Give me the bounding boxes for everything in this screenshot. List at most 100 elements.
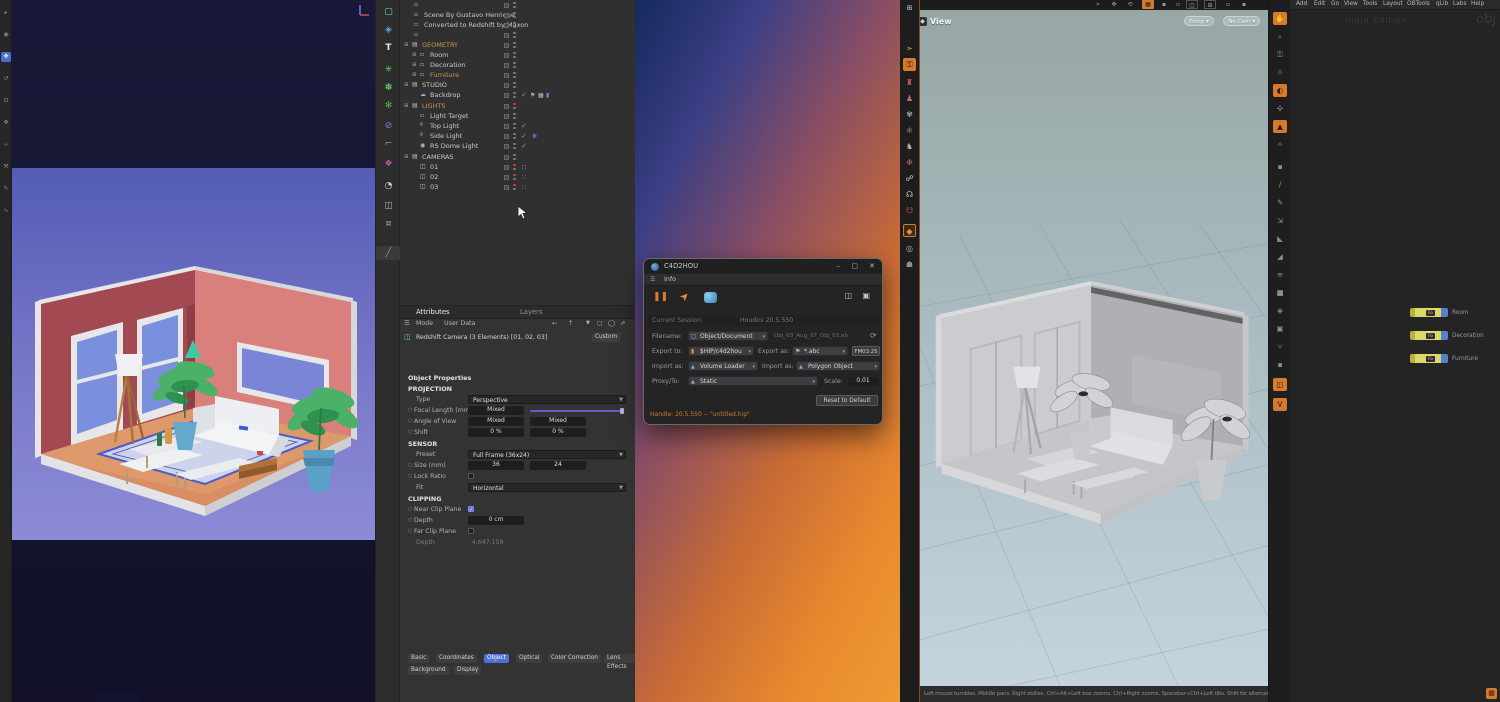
table-row-furniture[interactable]: ⊞ ▫ Furniture [400, 70, 635, 80]
snap-icon[interactable]: ⊹ [1, 140, 11, 150]
layer-toggle[interactable] [504, 114, 509, 119]
layer-toggle[interactable] [504, 63, 509, 68]
menu-edit[interactable]: Edit [1314, 1, 1325, 7]
tool-icon[interactable]: ▫ [1222, 0, 1234, 9]
layer-toggle[interactable] [504, 185, 509, 190]
tab-optical[interactable]: Optical [516, 654, 542, 663]
import-as2-select[interactable]: ▲Polygon Object▾ [796, 361, 880, 371]
field-icon[interactable]: ◔ [376, 178, 401, 195]
enabled-check-icon[interactable]: ✓ [521, 141, 527, 151]
object-label[interactable]: 01 [430, 162, 438, 172]
send-rocket-icon[interactable]: ➤ [677, 289, 693, 305]
layer-toggle[interactable] [504, 175, 509, 180]
focal-length-slider[interactable] [530, 410, 624, 412]
poly-icon[interactable]: ◣ [1273, 232, 1287, 245]
table-row[interactable]: ▫ [400, 0, 635, 10]
object-label[interactable]: STUDIO [422, 80, 447, 90]
layer-toggle[interactable] [504, 124, 509, 129]
layer-toggle[interactable] [504, 33, 509, 38]
record-icon[interactable]: ▣ [862, 291, 870, 300]
tab-display[interactable]: Display [454, 666, 481, 675]
table-row-backdrop[interactable]: ☁ Backdrop ✓ ⚑ ▦ ▮ [400, 90, 635, 100]
tab-lens-effects[interactable]: Lens Effects [604, 654, 635, 663]
spline-primitive-icon[interactable]: ▢ [376, 4, 401, 21]
object-label[interactable]: LIGHTS [422, 101, 446, 111]
menu-tools[interactable]: Tools [1363, 1, 1377, 7]
view-tool-icon[interactable]: ✋ [1273, 12, 1287, 25]
rotate-icon[interactable]: ⟲ [1124, 0, 1136, 9]
active-tool-icon[interactable]: ◆ [903, 224, 916, 237]
flag-tag-icon[interactable]: ⚑ [530, 91, 535, 101]
deformer-icon[interactable]: ⊘ [376, 118, 401, 135]
section-projection[interactable]: PROJECTION [408, 385, 452, 393]
size-field-1[interactable]: 36 [468, 461, 524, 470]
filename-select[interactable]: ◻Object/Document▾ [688, 331, 768, 341]
popout-icon[interactable]: ⇗ [620, 320, 625, 327]
tab-coordinates[interactable]: Coordinates [436, 654, 477, 663]
object-label[interactable]: Top Light [430, 121, 459, 131]
frame-icon[interactable]: ◻ [597, 320, 602, 327]
pause-icon[interactable]: ❚❚ [653, 292, 668, 302]
shift-field-2[interactable]: 0 % [530, 428, 586, 437]
export-as-select[interactable]: ⚑*.abc▾ [792, 346, 848, 356]
menu-labs[interactable]: Labs [1453, 1, 1466, 7]
tab-background[interactable]: Background [408, 666, 449, 675]
hamburger-icon[interactable]: ☰ [404, 320, 410, 327]
object-label[interactable]: RS Dome Light [430, 141, 478, 151]
layer-toggle[interactable] [504, 23, 509, 28]
layer-toggle[interactable] [504, 3, 509, 8]
mode-menu[interactable]: Mode [416, 320, 433, 327]
headphones-icon[interactable]: ☋ [903, 204, 916, 217]
box-icon[interactable]: ▣ [1273, 322, 1287, 335]
object-label[interactable]: Light Target [430, 111, 468, 121]
object-label[interactable]: Backdrop [430, 90, 461, 100]
layer-toggle[interactable] [504, 155, 509, 160]
dot-icon[interactable]: ▪ [1273, 160, 1287, 173]
hierarchy-icon[interactable]: ⌐ [376, 136, 401, 153]
cube-primitive-icon[interactable]: ◈ [376, 22, 401, 39]
table-row-camera-01[interactable]: ◫ 01 ∷ [400, 162, 635, 172]
menu-help[interactable]: Help [1471, 1, 1484, 7]
donut-icon[interactable]: ◎ [903, 242, 916, 255]
table-row-cameras[interactable]: ⊞ ▤ CAMERAS [400, 152, 635, 162]
houdini-network-editor[interactable]: Add Edit Go View Tools Layout OBTools qL… [1290, 0, 1500, 702]
pen-icon[interactable]: ✎ [1273, 196, 1287, 209]
expand-icon[interactable]: ⊞ [412, 70, 417, 80]
text-tool-icon[interactable]: T [376, 40, 401, 57]
table-row-geometry[interactable]: ⊞ ▤ GEOMETRY [400, 40, 635, 50]
import-as-select[interactable]: ▲Volume Loader▾ [688, 361, 758, 371]
menu-go[interactable]: Go [1331, 1, 1339, 7]
table-row-top-light[interactable]: º Top Light ✓ [400, 121, 635, 131]
expand-icon[interactable]: ⊞ [404, 101, 409, 111]
tab-color-correction[interactable]: Color Correction [548, 654, 601, 663]
generator-icon[interactable]: ✳ [376, 62, 401, 79]
table-row[interactable]: ▫ Converted to Redshift by Maxon [400, 20, 635, 30]
shelf-tool-icon[interactable]: ☍ [903, 172, 916, 185]
light-icon[interactable]: ¤ [376, 216, 401, 233]
camera-icon[interactable]: ◫ [376, 198, 401, 215]
tab-attributes[interactable]: Attributes [416, 308, 450, 316]
object-label[interactable]: Decoration [430, 60, 466, 70]
angle-of-view-field-2[interactable]: Mixed [530, 417, 586, 426]
node-display-flag[interactable] [1441, 308, 1448, 317]
preset-dropdown[interactable]: Full Frame (36x24)▼ [468, 450, 626, 459]
tab-object[interactable]: Object [484, 654, 509, 663]
lock-tool-icon[interactable]: ⚿ [903, 58, 916, 71]
focal-length-field[interactable]: Mixed [468, 406, 524, 415]
angle-of-view-field-1[interactable]: Mixed [468, 417, 524, 426]
texture-tag-icon[interactable]: ▦ [538, 91, 544, 101]
node-label[interactable]: Furniture [1452, 356, 1478, 362]
square-icon[interactable]: ■ [1273, 286, 1287, 299]
play-icon[interactable]: ▸ [1, 8, 11, 18]
persp-pill[interactable]: Persp ▾ [1184, 16, 1214, 26]
layer-toggle[interactable] [504, 83, 509, 88]
table-row-studio[interactable]: ⊞ ▤ STUDIO [400, 80, 635, 90]
spline-tool-icon[interactable]: ∿ [1, 206, 11, 216]
node-display-flag[interactable] [1441, 354, 1448, 363]
refresh-icon[interactable]: ⟳ [870, 331, 877, 340]
enabled-check-icon[interactable]: ✓ [521, 121, 527, 131]
shift-field-1[interactable]: 0 % [468, 428, 524, 437]
record-icon[interactable]: ◉ [1, 30, 11, 40]
light-icon[interactable]: ✣ [1273, 102, 1287, 115]
reset-to-default-button[interactable]: Reset to Default [816, 395, 878, 406]
